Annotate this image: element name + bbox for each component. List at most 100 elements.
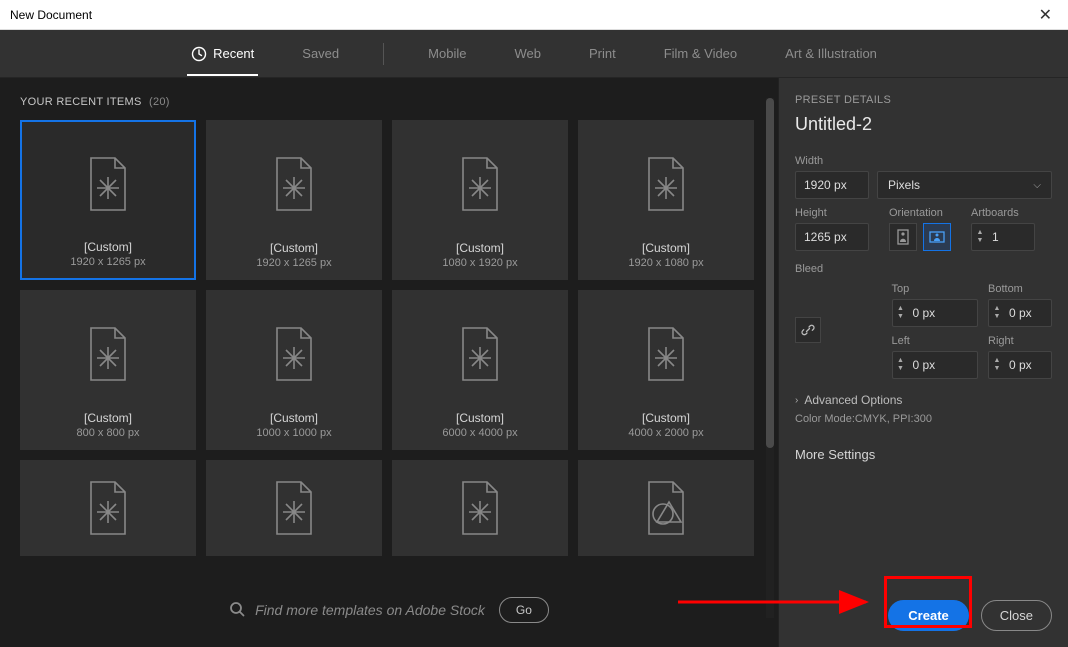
stock-search[interactable]: Find more templates on Adobe Stock — [229, 601, 485, 620]
orientation-portrait[interactable] — [889, 223, 917, 251]
preset-dimensions: 1920 x 1080 px — [628, 257, 703, 269]
search-icon — [229, 601, 245, 620]
window-titlebar: New Document ✕ — [0, 0, 1068, 30]
bleed-right-input[interactable]: ▲▼ — [988, 351, 1052, 379]
document-icon — [31, 471, 185, 545]
app-body: Recent Saved Mobile Web Print Film & Vid… — [0, 30, 1068, 647]
preset-card[interactable] — [206, 460, 382, 556]
preset-dimensions: 1080 x 1920 px — [442, 257, 517, 269]
preset-label: [Custom] — [642, 241, 690, 255]
tab-separator — [383, 43, 384, 65]
preset-label: [Custom] — [642, 411, 690, 425]
tab-label: Film & Video — [664, 46, 737, 61]
bleed-right-label: Right — [988, 335, 1052, 347]
clock-icon — [191, 46, 207, 62]
preset-dimensions: 1920 x 1265 px — [70, 256, 145, 268]
tab-label: Print — [589, 46, 616, 61]
tab-mobile[interactable]: Mobile — [424, 32, 470, 75]
go-button[interactable]: Go — [499, 597, 549, 623]
preset-card[interactable] — [578, 460, 754, 556]
tab-saved[interactable]: Saved — [298, 32, 343, 75]
preset-card[interactable] — [20, 460, 196, 556]
tab-label: Mobile — [428, 46, 466, 61]
preset-card[interactable]: [Custom] 1920 x 1265 px — [206, 120, 382, 280]
link-bleed-icon[interactable] — [795, 317, 821, 343]
document-icon — [32, 132, 184, 236]
more-settings-button[interactable]: More Settings — [795, 447, 1052, 462]
advanced-options-toggle[interactable]: › Advanced Options — [795, 393, 1052, 407]
stepper-arrows[interactable]: ▲▼ — [972, 227, 988, 247]
preset-label: [Custom] — [270, 411, 318, 425]
tab-art-illustration[interactable]: Art & Illustration — [781, 32, 881, 75]
tab-label: Web — [514, 46, 541, 61]
orientation-landscape[interactable] — [923, 223, 951, 251]
document-icon — [217, 471, 371, 545]
content-area: YOUR RECENT ITEMS (20) [Custom] 1920 x 12… — [0, 78, 1068, 647]
document-icon — [217, 131, 371, 237]
preset-grid: [Custom] 1920 x 1265 px [Custom] 1920 x 126… — [20, 120, 758, 571]
recent-items-header: YOUR RECENT ITEMS (20) — [20, 96, 758, 108]
advanced-options-label: Advanced Options — [804, 393, 902, 407]
scrollbar[interactable] — [766, 98, 774, 618]
units-value: Pixels — [888, 178, 920, 192]
document-icon — [217, 301, 371, 407]
document-icon — [403, 471, 557, 545]
tab-film-video[interactable]: Film & Video — [660, 32, 741, 75]
tab-label: Recent — [213, 46, 254, 61]
window-title: New Document — [10, 8, 1033, 22]
bleed-top-input[interactable]: ▲▼ — [892, 299, 979, 327]
height-input[interactable]: 1265 px — [795, 223, 869, 251]
tab-label: Saved — [302, 46, 339, 61]
preset-card[interactable]: [Custom] 1000 x 1000 px — [206, 290, 382, 450]
tab-recent[interactable]: Recent — [187, 32, 258, 76]
preset-label: [Custom] — [84, 411, 132, 425]
scrollbar-thumb[interactable] — [766, 98, 774, 448]
document-category-tabs: Recent Saved Mobile Web Print Film & Vid… — [0, 30, 1068, 78]
preset-card[interactable] — [392, 460, 568, 556]
bleed-bottom-input[interactable]: ▲▼ — [988, 299, 1052, 327]
artboards-input[interactable] — [988, 224, 1034, 250]
bleed-left-label: Left — [892, 335, 979, 347]
artboards-label: Artboards — [971, 207, 1035, 219]
document-icon — [403, 301, 557, 407]
preset-dimensions: 800 x 800 px — [77, 427, 140, 439]
width-input[interactable]: 1920 px — [795, 171, 869, 199]
units-select[interactable]: Pixels ⌵ — [877, 171, 1052, 199]
document-icon — [589, 471, 743, 545]
preset-details-panel: PRESET DETAILS Untitled-2 Width 1920 px … — [778, 78, 1068, 647]
document-icon — [403, 131, 557, 237]
create-button[interactable]: Create — [888, 600, 968, 631]
preset-card[interactable]: [Custom]4000 x 2000 px — [578, 290, 754, 450]
recent-items-count: (20) — [149, 96, 170, 108]
document-icon — [31, 301, 185, 407]
presets-panel: YOUR RECENT ITEMS (20) [Custom] 1920 x 12… — [0, 78, 778, 647]
close-icon[interactable]: ✕ — [1033, 5, 1058, 25]
close-button[interactable]: Close — [981, 600, 1052, 631]
stock-search-placeholder: Find more templates on Adobe Stock — [255, 602, 485, 618]
color-mode-info: Color Mode:CMYK, PPI:300 — [795, 413, 1052, 425]
chevron-right-icon: › — [795, 395, 798, 406]
bleed-top-label: Top — [892, 283, 979, 295]
preset-label: [Custom] — [456, 411, 504, 425]
orientation-label: Orientation — [889, 207, 951, 219]
recent-items-label: YOUR RECENT ITEMS — [20, 96, 142, 108]
dialog-action-buttons: Create Close — [888, 600, 1052, 631]
preset-card[interactable]: [Custom] 1920 x 1080 px — [578, 120, 754, 280]
preset-card[interactable]: [Custom] 6000 x 4000 px — [392, 290, 568, 450]
stock-search-bar: Find more templates on Adobe Stock Go — [20, 585, 758, 635]
tab-web[interactable]: Web — [510, 32, 545, 75]
preset-card[interactable]: [Custom] 800 x 800 px — [20, 290, 196, 450]
tab-print[interactable]: Print — [585, 32, 620, 75]
preset-dimensions: 1920 x 1265 px — [256, 257, 331, 269]
width-label: Width — [795, 155, 1052, 167]
preset-label: [Custom] — [456, 241, 504, 255]
preset-label: [Custom] — [270, 241, 318, 255]
preset-dimensions: 6000 x 4000 px — [442, 427, 517, 439]
document-name[interactable]: Untitled-2 — [795, 114, 1052, 135]
tab-label: Art & Illustration — [785, 46, 877, 61]
preset-card[interactable]: [Custom]1920 x 1265 px — [20, 120, 196, 280]
artboards-stepper[interactable]: ▲▼ — [971, 223, 1035, 251]
preset-card[interactable]: [Custom] 1080 x 1920 px — [392, 120, 568, 280]
preset-dimensions: 1000 x 1000 px — [256, 427, 331, 439]
bleed-left-input[interactable]: ▲▼ — [892, 351, 979, 379]
